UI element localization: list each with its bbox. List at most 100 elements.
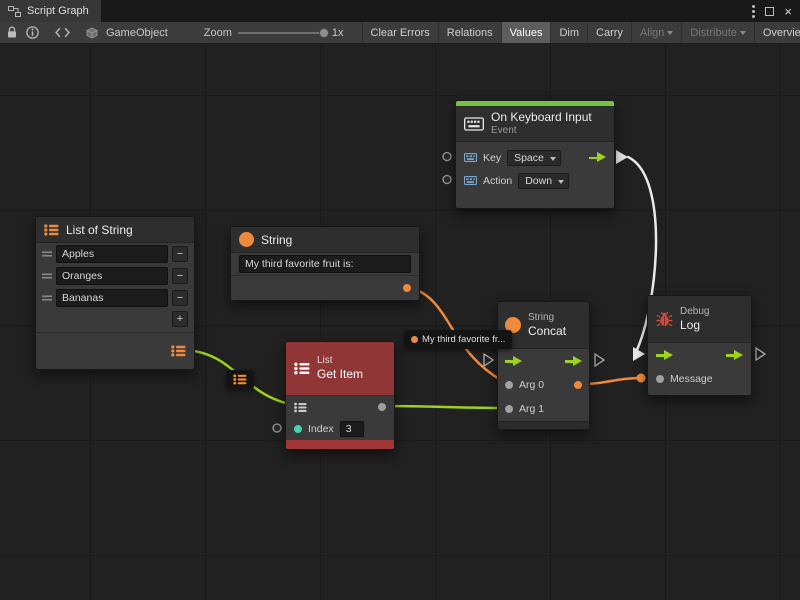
titlebar: Script Graph ×	[0, 0, 800, 22]
remove-item-button[interactable]: −	[172, 290, 188, 306]
window-controls: ×	[752, 0, 800, 22]
drag-handle-icon[interactable]	[42, 273, 52, 279]
arg0-input-port[interactable]	[505, 381, 513, 389]
node-header[interactable]: List Get Item	[286, 342, 394, 396]
node-header[interactable]: Debug Log	[648, 296, 751, 343]
add-item-button[interactable]: +	[172, 311, 188, 327]
trigger-flow-out-icon[interactable]	[589, 152, 606, 163]
flow-row	[648, 343, 751, 367]
action-dropdown[interactable]: Down	[518, 173, 569, 189]
node-category: Debug	[680, 306, 709, 318]
node-get-item[interactable]: List Get Item Index	[285, 341, 395, 450]
chevron-down-icon	[667, 31, 673, 35]
node-subtitle: Event	[491, 125, 592, 137]
node-title: Get Item	[317, 367, 363, 381]
result-output-port[interactable]	[574, 381, 582, 389]
string-output-port[interactable]	[403, 284, 411, 292]
message-label: Message	[670, 373, 713, 385]
key-dropdown[interactable]: Space	[507, 150, 561, 166]
unity-script-graph-window: Script Graph × GameObject Zoom 1x	[0, 0, 800, 600]
string-value-input[interactable]	[239, 255, 411, 273]
index-input-port[interactable]	[294, 425, 302, 433]
bug-icon	[656, 311, 673, 328]
gameobject-target-label[interactable]: GameObject	[106, 27, 168, 39]
flow-in-icon[interactable]	[656, 350, 673, 361]
node-title: List of String	[66, 223, 133, 237]
drag-handle-icon[interactable]	[42, 251, 52, 257]
list-item-input[interactable]	[56, 289, 168, 307]
flow-out-icon[interactable]	[565, 356, 582, 367]
add-item-row: +	[36, 309, 194, 329]
dim-button[interactable]: Dim	[550, 22, 587, 43]
tab-script-graph[interactable]: Script Graph	[0, 0, 101, 22]
align-button[interactable]: Align	[631, 22, 681, 43]
list-item-input[interactable]	[56, 245, 168, 263]
tab-title: Script Graph	[27, 5, 89, 17]
drag-handle-icon[interactable]	[42, 295, 52, 301]
graph-toolbar: GameObject Zoom 1x Clear Errors Relation…	[0, 22, 800, 44]
error-strip	[286, 440, 394, 449]
list-item-row: −	[36, 243, 194, 265]
node-debug-log[interactable]: Debug Log Message	[647, 295, 752, 396]
zoom-slider-knob[interactable]	[319, 28, 329, 38]
maximize-icon[interactable]	[765, 7, 774, 16]
graph-icon	[8, 6, 21, 17]
relations-button[interactable]: Relations	[438, 22, 501, 43]
list-icon	[233, 374, 247, 385]
node-body: Message	[648, 343, 751, 395]
arg1-row: Arg 1	[498, 397, 589, 421]
node-category: List	[317, 355, 363, 367]
list-icon	[44, 224, 59, 236]
action-label: Action	[483, 175, 512, 187]
node-header[interactable]: List of String	[36, 217, 194, 243]
list-output-port[interactable]	[171, 345, 186, 357]
distribute-button[interactable]: Distribute	[681, 22, 753, 43]
list-value-badge	[226, 370, 254, 389]
string-value-row	[231, 253, 419, 275]
keycode-icon	[464, 153, 477, 162]
index-label: Index	[308, 423, 334, 435]
node-body: Key Space Action Down	[456, 142, 614, 208]
flow-out-icon[interactable]	[726, 350, 743, 361]
message-row: Message	[648, 367, 751, 391]
list-input-port[interactable]	[294, 402, 307, 413]
node-list-of-string[interactable]: List of String − − − +	[35, 216, 195, 370]
list-icon	[294, 362, 310, 375]
info-icon[interactable]	[26, 26, 39, 39]
node-header[interactable]: String	[231, 227, 419, 253]
remove-item-button[interactable]: −	[172, 246, 188, 262]
arg1-label: Arg 1	[519, 403, 544, 415]
arg1-input-port[interactable]	[505, 405, 513, 413]
item-output-port[interactable]	[378, 403, 386, 411]
code-view-icon[interactable]	[55, 27, 70, 38]
zoom-control: Zoom 1x	[204, 27, 344, 39]
node-on-keyboard-input[interactable]: On Keyboard Input Event Key Space Action…	[455, 100, 615, 209]
close-icon[interactable]: ×	[784, 5, 792, 18]
message-input-port[interactable]	[656, 375, 664, 383]
node-concat[interactable]: String Concat Arg 0 Arg 1	[497, 301, 590, 430]
string-output-row	[231, 275, 419, 300]
node-title: On Keyboard Input	[491, 110, 592, 124]
index-input[interactable]	[340, 421, 364, 437]
list-item-input[interactable]	[56, 267, 168, 285]
flow-in-icon[interactable]	[505, 356, 522, 367]
list-item-row: −	[36, 265, 194, 287]
node-title: Log	[680, 318, 709, 332]
values-button[interactable]: Values	[501, 22, 551, 43]
overview-button[interactable]: Overview	[754, 22, 800, 43]
window-menu-icon[interactable]	[752, 5, 755, 18]
list-item-row: −	[36, 287, 194, 309]
node-string-literal[interactable]: String	[230, 226, 420, 301]
toolbar-buttons: Clear Errors Relations Values Dim Carry …	[362, 22, 800, 43]
keycode-icon	[464, 176, 477, 185]
node-header[interactable]: On Keyboard Input Event	[456, 106, 614, 142]
lock-icon[interactable]	[6, 26, 18, 39]
carry-button[interactable]: Carry	[587, 22, 631, 43]
clear-errors-button[interactable]: Clear Errors	[362, 22, 438, 43]
remove-item-button[interactable]: −	[172, 268, 188, 284]
arg0-row: Arg 0	[498, 373, 589, 397]
flow-row	[498, 349, 589, 373]
zoom-slider[interactable]	[238, 32, 326, 34]
list-input-row	[286, 396, 394, 418]
list-output-row	[36, 333, 194, 369]
